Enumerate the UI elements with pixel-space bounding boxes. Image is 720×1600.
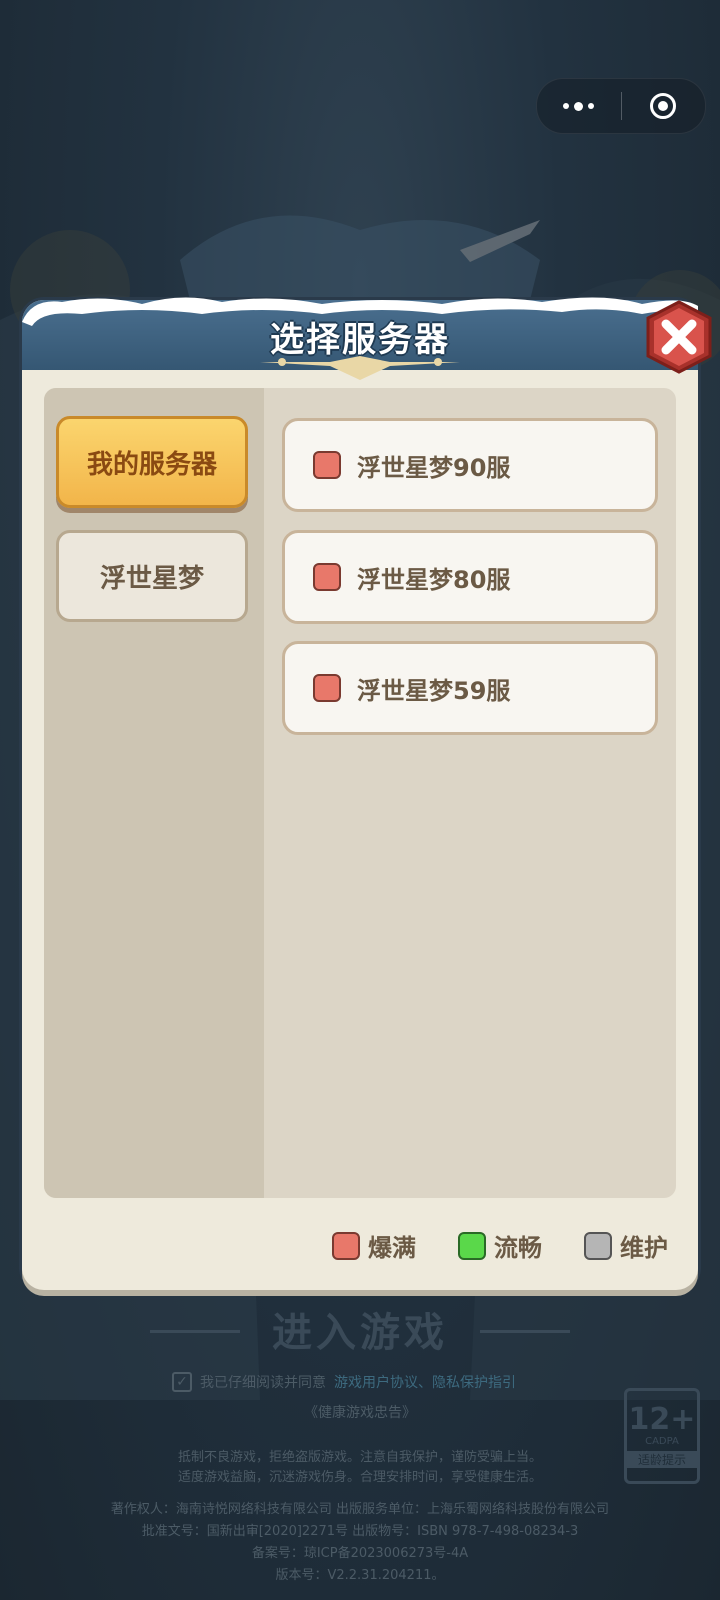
header-ornament xyxy=(260,356,460,380)
agreement-row: ✓ 我已仔细阅读并同意 游戏用户协议、隐私保护指引 xyxy=(172,1372,516,1392)
age-rating-badge: 12+ CADPA 适龄提示 xyxy=(624,1388,700,1484)
status-full-icon xyxy=(313,674,341,702)
server-name: 浮世星梦90服 xyxy=(357,453,511,482)
close-x-icon[interactable] xyxy=(642,300,716,374)
exit-button[interactable] xyxy=(622,79,706,133)
modal-title: 选择服务器 xyxy=(270,320,450,360)
health-advice-link[interactable]: 《健康游戏忠告》 xyxy=(0,1402,720,1422)
category-my-servers[interactable]: 我的服务器 xyxy=(56,416,248,508)
enter-game-button[interactable]: 进入游戏 xyxy=(0,1300,720,1358)
legend-label: 维护 xyxy=(620,1234,668,1262)
age-tip: 适龄提示 xyxy=(627,1451,697,1468)
target-icon xyxy=(650,93,677,119)
version-text: 版本号：V2.2.31.204211。 xyxy=(275,1568,445,1583)
agree-checkbox[interactable]: ✓ xyxy=(172,1372,192,1392)
legend-swatch xyxy=(458,1231,486,1260)
copyright-text: 著作权人：海南诗悦网络科技有限公司 出版服务单位：上海乐蜀网络科技股份有限公司 xyxy=(110,1502,610,1517)
age-rating: 12+ xyxy=(628,1402,696,1437)
category-label: 我的服务器 xyxy=(86,449,217,480)
server-item[interactable]: 浮世星梦59服 xyxy=(282,641,658,735)
legend-label: 流畅 xyxy=(494,1234,542,1262)
category-column xyxy=(44,388,264,1198)
icp-text: 备案号：琼ICP备2023006273号-4A xyxy=(251,1546,469,1561)
age-org: CADPA xyxy=(645,1436,679,1447)
category-fushixingmeng[interactable]: 浮世星梦 xyxy=(56,530,248,622)
anti-addiction-notice: 抵制不良游戏，拒绝盗版游戏。注意自我保护，谨防受骗上当。 xyxy=(177,1450,542,1465)
approval-text: 批准文号：国新出审[2020]2271号 出版物号：ISBN 978-7-498… xyxy=(141,1524,579,1539)
anti-addiction-notice: 适度游戏益脑，沉迷游戏伤身。合理安排时间，享受健康生活。 xyxy=(177,1470,542,1485)
server-name: 浮世星梦59服 xyxy=(357,676,511,705)
status-full-icon xyxy=(313,563,341,591)
server-name: 浮世星梦80服 xyxy=(357,565,511,594)
category-label: 浮世星梦 xyxy=(99,563,204,594)
mini-program-capsule xyxy=(536,78,706,134)
more-dots-icon xyxy=(563,101,595,111)
server-item[interactable]: 浮世星梦80服 xyxy=(282,530,658,624)
legend-smooth: 流畅 xyxy=(458,1228,542,1263)
server-item[interactable]: 浮世星梦90服 xyxy=(282,418,658,512)
agreement-link[interactable]: 游戏用户协议、隐私保护指引 xyxy=(334,1372,516,1392)
legend-swatch xyxy=(584,1231,612,1260)
legend-full: 爆满 xyxy=(332,1228,416,1263)
legend-label: 爆满 xyxy=(368,1234,416,1262)
more-button[interactable] xyxy=(537,79,621,133)
legend-swatch xyxy=(332,1231,360,1260)
agree-text: 我已仔细阅读并同意 xyxy=(200,1375,326,1391)
legend-maintenance: 维护 xyxy=(584,1228,668,1263)
status-full-icon xyxy=(313,451,341,479)
